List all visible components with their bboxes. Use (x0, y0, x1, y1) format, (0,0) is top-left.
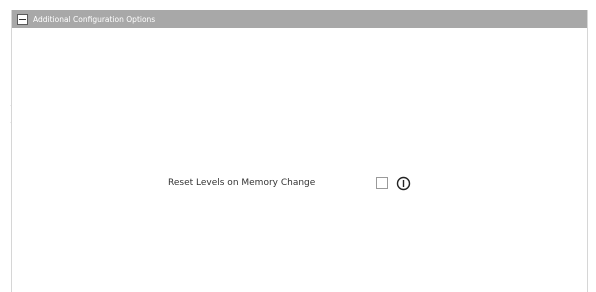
additional-configuration-panel: Additional Configuration Options (11, 10, 588, 292)
panel-header: Additional Configuration Options (12, 10, 587, 28)
panel-title: Additional Configuration Options (33, 14, 156, 24)
reset-levels-checkbox[interactable] (376, 177, 388, 189)
collapse-button[interactable] (17, 13, 28, 25)
minus-icon (19, 18, 26, 20)
reset-levels-label: Reset Levels on Memory Change (168, 178, 316, 188)
info-icon[interactable] (396, 176, 411, 191)
